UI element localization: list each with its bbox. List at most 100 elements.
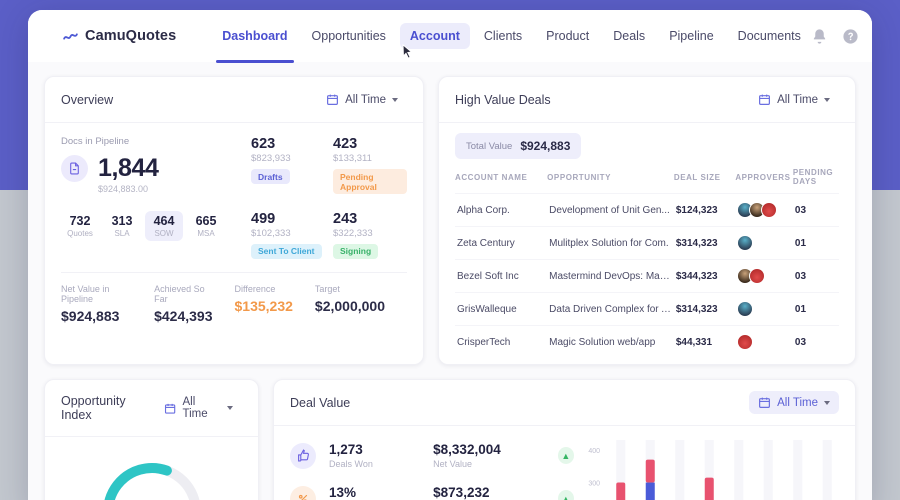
- metric-value: 13%: [329, 485, 420, 500]
- hvd-filter-label: All Time: [777, 94, 818, 106]
- nav-item-deals[interactable]: Deals: [603, 23, 655, 49]
- cell-account: CrisperTech: [455, 326, 547, 359]
- metric-label: Net Value: [433, 459, 539, 469]
- status-drafts[interactable]: 623 $823,933 Drafts: [251, 136, 325, 195]
- net-value-metric: $8,332,004 Net Value: [433, 442, 539, 469]
- donut-svg: [97, 457, 207, 500]
- nav-item-opportunities[interactable]: Opportunities: [302, 23, 396, 49]
- status-pending-approval[interactable]: 423 $133,311 Pending Approval: [333, 136, 407, 195]
- deal-value-metrics: 1,273 Deals Won $8,332,004 Net Value ▲: [274, 434, 574, 500]
- overview-status-grid: 623 $823,933 Drafts 423 $133,311 Pending…: [251, 136, 407, 259]
- arrow-up-icon: ▲: [558, 490, 574, 500]
- brand-logo[interactable]: CamuQuotes: [62, 28, 176, 45]
- chip-label: SOW: [151, 229, 177, 238]
- cell-account: Bezel Soft Inc: [455, 260, 547, 293]
- nav-item-dashboard[interactable]: Dashboard: [212, 23, 297, 49]
- calendar-icon: [164, 402, 176, 415]
- table-row[interactable]: Alpha Corp. Development of Unit Gen... $…: [455, 194, 839, 227]
- hvd-body: Total Value $924,883 ACCOUNT NAME OPPORT…: [439, 123, 855, 364]
- avg-discount-metric: 13% Avg. Discount: [329, 485, 420, 500]
- status-amount: $102,333: [251, 228, 325, 239]
- deal-value-time-filter[interactable]: All Time: [749, 391, 839, 414]
- cell-account: GrisWalleque: [455, 293, 547, 326]
- approver-avatar: [737, 235, 753, 251]
- doc-type-chips: 732 Quotes 313 SLA 464 SOW: [61, 211, 251, 241]
- footer-value: $135,232: [235, 298, 293, 314]
- dashboard-row-bottom: Opportunity Index All Time: [44, 379, 856, 500]
- cell-pending-days: 01: [793, 293, 839, 326]
- footer-target: Target $2,000,000: [315, 284, 407, 324]
- status-amount: $823,933: [251, 153, 325, 164]
- footer-net-value: Net Value in Pipeline $924,883: [61, 284, 154, 324]
- cell-approvers: [735, 293, 793, 326]
- nav-item-pipeline[interactable]: Pipeline: [659, 23, 723, 49]
- top-navigation-bar: CamuQuotes Dashboard Opportunities Accou…: [28, 10, 872, 62]
- doc-chip-sla[interactable]: 313 SLA: [103, 211, 141, 241]
- opportunity-index-card: Opportunity Index All Time: [44, 379, 259, 500]
- status-badge: Sent To Client: [251, 244, 322, 259]
- mouse-cursor-nav: [402, 44, 413, 60]
- deal-value-bar-chart: 200300400 187 Deals Won: [574, 434, 855, 500]
- status-count: 243: [333, 211, 407, 227]
- status-sent-to-client[interactable]: 499 $102,333 Sent To Client: [251, 211, 325, 260]
- brand-name: CamuQuotes: [85, 28, 176, 44]
- nav-item-clients[interactable]: Clients: [474, 23, 532, 49]
- bar-chart-svg: 200300400: [578, 434, 848, 500]
- status-amount: $322,333: [333, 228, 407, 239]
- table-row[interactable]: Bezel Soft Inc Mastermind DevOps: Make. …: [455, 260, 839, 293]
- footer-label: Difference: [235, 284, 293, 294]
- hvd-time-filter[interactable]: All Time: [749, 88, 839, 111]
- calendar-icon: [758, 93, 771, 106]
- help-circle-icon[interactable]: [842, 28, 859, 45]
- status-count: 623: [251, 136, 325, 152]
- footer-label: Achieved So Far: [154, 284, 212, 304]
- app-window: CamuQuotes Dashboard Opportunities Accou…: [28, 10, 872, 500]
- metric-value: $8,332,004: [433, 442, 539, 457]
- calendar-icon: [326, 93, 339, 106]
- dashboard-row-top: Overview All Time Docs in Pipeline: [44, 76, 856, 365]
- apps-grid-icon[interactable]: [44, 28, 48, 44]
- cell-deal-size: $44,331: [674, 326, 735, 359]
- bell-icon[interactable]: [811, 28, 828, 45]
- col-account-name: ACCOUNT NAME: [455, 168, 547, 194]
- deal-value-header: Deal Value All Time: [274, 380, 855, 426]
- doc-chip-quotes[interactable]: 732 Quotes: [61, 211, 99, 241]
- cell-opportunity: Mastermind DevOps: Make.: [547, 260, 674, 293]
- table-row[interactable]: GrisWalleque Data Driven Complex for A3 …: [455, 293, 839, 326]
- chip-label: MSA: [193, 229, 219, 238]
- document-icon: [61, 155, 88, 182]
- table-row[interactable]: Zeta Century Mulitplex Solution for Com.…: [455, 227, 839, 260]
- nav-item-documents[interactable]: Documents: [728, 23, 811, 49]
- deal-value-row-deals-won: 1,273 Deals Won $8,332,004 Net Value ▲: [290, 442, 574, 469]
- svg-text:300: 300: [588, 481, 600, 488]
- overview-footer-stats: Net Value in Pipeline $924,883 Achieved …: [61, 272, 407, 337]
- table-row[interactable]: CrisperTech Magic Solution web/app $44,3…: [455, 326, 839, 359]
- footer-value: $424,393: [154, 308, 212, 324]
- doc-chip-sow[interactable]: 464 SOW: [145, 211, 183, 241]
- col-approvers: APPROVERS: [735, 168, 793, 194]
- opportunity-index-time-filter[interactable]: All Time: [155, 391, 242, 425]
- cell-approvers: [735, 227, 793, 260]
- overview-time-filter[interactable]: All Time: [317, 88, 407, 111]
- nav-item-product[interactable]: Product: [536, 23, 599, 49]
- deal-value-row-avg-discount: 13% Avg. Discount $873,232 Discount Valu…: [290, 485, 574, 500]
- deal-value-body: 1,273 Deals Won $8,332,004 Net Value ▲: [274, 426, 855, 500]
- doc-chip-msa[interactable]: 665 MSA: [187, 211, 225, 241]
- status-signing[interactable]: 243 $322,333 Signing: [333, 211, 407, 260]
- col-pending-days: PENDING DAYS: [793, 168, 839, 194]
- total-value-label: Total Value: [466, 141, 512, 152]
- total-value-chip: Total Value $924,883: [455, 133, 581, 159]
- cell-deal-size: $344,323: [674, 260, 735, 293]
- approver-avatar: [737, 334, 753, 350]
- metric-value: 1,273: [329, 442, 420, 457]
- col-deal-size: DEAL SIZE: [674, 168, 735, 194]
- high-value-deals-table: ACCOUNT NAME OPPORTUNITY DEAL SIZE APPRO…: [455, 168, 839, 358]
- metric-label: Deals Won: [329, 459, 420, 469]
- deal-value-filter-label: All Time: [777, 397, 818, 409]
- approver-avatar: [761, 202, 777, 218]
- percent-icon: [290, 486, 316, 500]
- docs-in-pipeline-value: 1,844: [61, 154, 251, 183]
- cell-pending-days: 03: [793, 260, 839, 293]
- cell-pending-days: 03: [793, 194, 839, 227]
- status-amount: $133,311: [333, 153, 407, 164]
